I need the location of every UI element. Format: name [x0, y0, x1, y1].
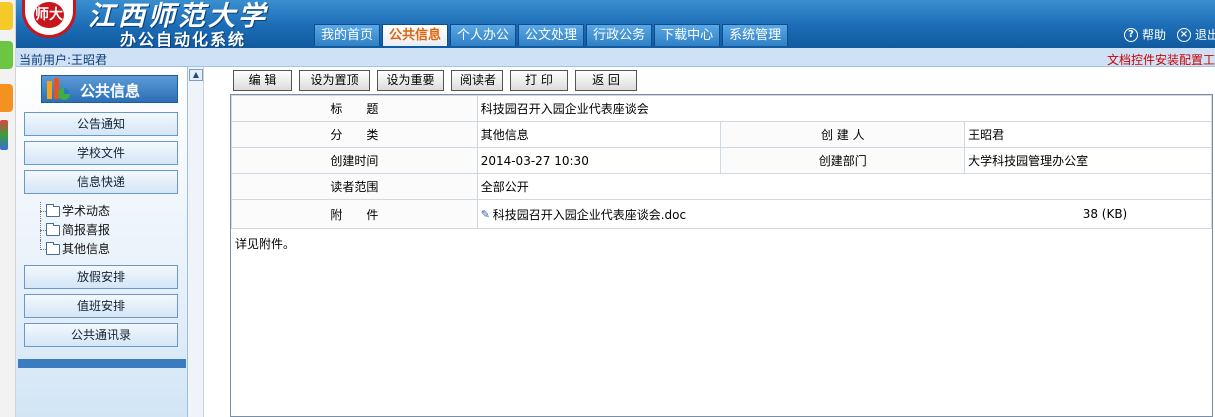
- logo-mark: 师大: [34, 2, 64, 28]
- attachment-cell: ✎ 科技园召开入园企业代表座谈会.doc 38 (KB): [476, 199, 1213, 229]
- sidebar: 公共信息 公告通知 学校文件 信息快递 学术动态 简报喜报 其他信息 放假安排 …: [16, 67, 188, 417]
- set-top-button[interactable]: 设为置顶: [299, 70, 370, 91]
- readers-button[interactable]: 阅读者: [451, 70, 503, 91]
- help-link[interactable]: ? 帮助: [1124, 26, 1166, 43]
- table-row: 读者范围 全部公开: [231, 173, 1213, 200]
- paperclip-icon: ✎: [480, 208, 490, 221]
- sidebar-divider: [18, 359, 186, 368]
- attachment-name: 科技园召开入园企业代表座谈会.doc: [492, 207, 687, 222]
- launcher-green-icon[interactable]: [0, 41, 13, 69]
- tree-item-label: 学术动态: [62, 204, 111, 218]
- readers-label: 读者范围: [231, 173, 478, 200]
- set-important-button[interactable]: 设为重要: [377, 70, 444, 91]
- creator-label: 创 建 人: [720, 121, 966, 148]
- dept-value: 大学科技园管理办公室: [964, 147, 1212, 174]
- launcher-orange-icon[interactable]: [0, 84, 13, 112]
- status-bar: 当前用户:王昭君 文档控件安装配置工: [16, 48, 1215, 67]
- launcher-multicolor-icon[interactable]: [0, 120, 8, 150]
- title-label: 标 题: [231, 95, 478, 122]
- sidebar-item-school-files[interactable]: 学校文件: [24, 141, 178, 165]
- app-header: 师大 江西师范大学 办公自动化系统 我的首页 公共信息 个人办公 公文处理 行政…: [16, 0, 1215, 49]
- quick-launch-bar: [0, 0, 16, 417]
- print-button[interactable]: 打 印: [510, 70, 568, 91]
- university-logo: 师大: [22, 0, 76, 38]
- detail-panel: 标 题 科技园召开入园企业代表座谈会 分 类 其他信息 创 建 人 王昭君 创建…: [230, 94, 1213, 417]
- readers-value: 全部公开: [476, 173, 1213, 200]
- edit-button[interactable]: 编 辑: [233, 70, 292, 91]
- created-time-label: 创建时间: [231, 147, 478, 174]
- body-text: 详见附件。: [235, 237, 296, 251]
- main-nav: 我的首页 公共信息 个人办公 公文处理 行政公务 下载中心 系统管理: [314, 24, 790, 48]
- action-toolbar: 编 辑 设为置顶 设为重要 阅读者 打 印 返 回: [233, 70, 644, 91]
- exit-link[interactable]: × 退出: [1177, 26, 1215, 43]
- attachment-link[interactable]: ✎ 科技园召开入园企业代表座谈会.doc: [481, 206, 686, 223]
- launcher-yellow-icon[interactable]: [0, 2, 13, 30]
- help-label: 帮助: [1142, 28, 1167, 42]
- category-value: 其他信息: [476, 121, 722, 148]
- sidebar-title-label: 公共信息: [80, 82, 141, 100]
- sidebar-item-holidays[interactable]: 放假安排: [24, 265, 178, 289]
- back-button[interactable]: 返 回: [575, 70, 637, 91]
- tree-item-other-info[interactable]: 其他信息: [34, 240, 184, 259]
- control-install-link[interactable]: 文档控件安装配置工: [1107, 51, 1215, 68]
- table-row: 创建时间 2014-03-27 10:30 创建部门 大学科技园管理办公室: [231, 147, 1212, 174]
- public-info-icon: [47, 78, 70, 100]
- sidebar-item-directory[interactable]: 公共通讯录: [24, 323, 178, 347]
- close-icon: ×: [1177, 27, 1191, 42]
- attachment-label: 附 件: [231, 199, 478, 229]
- tab-public-info[interactable]: 公共信息: [382, 24, 449, 46]
- created-time-value: 2014-03-27 10:30: [476, 147, 722, 174]
- system-name: 办公自动化系统: [120, 30, 247, 49]
- sidebar-item-announcements[interactable]: 公告通知: [24, 112, 178, 136]
- current-user: 当前用户:王昭君: [19, 53, 108, 67]
- tree-item-bulletins[interactable]: 简报喜报: [34, 221, 184, 240]
- tab-personal-office[interactable]: 个人办公: [450, 24, 517, 46]
- attachment-size: 38 (KB): [1082, 207, 1128, 221]
- info-tree: 学术动态 简报喜报 其他信息: [34, 202, 184, 259]
- detail-table: 标 题 科技园召开入园企业代表座谈会 分 类 其他信息 创 建 人 王昭君 创建…: [231, 95, 1213, 229]
- tab-system-admin[interactable]: 系统管理: [722, 24, 789, 46]
- folder-icon: [46, 204, 60, 217]
- exit-label: 退出: [1195, 28, 1215, 42]
- folder-icon: [46, 223, 60, 236]
- creator-value: 王昭君: [964, 121, 1212, 148]
- tab-home[interactable]: 我的首页: [314, 24, 381, 46]
- tab-download-center[interactable]: 下载中心: [654, 24, 721, 46]
- title-value: 科技园召开入园企业代表座谈会: [476, 95, 1213, 122]
- sidebar-item-duty-schedule[interactable]: 值班安排: [24, 294, 178, 318]
- sidebar-title: 公共信息: [41, 75, 178, 103]
- tab-administrative[interactable]: 行政公务: [586, 24, 653, 46]
- table-row: 分 类 其他信息 创 建 人 王昭君: [231, 121, 1212, 148]
- help-icon: ?: [1124, 27, 1138, 42]
- category-label: 分 类: [231, 121, 478, 148]
- folder-icon: [46, 242, 60, 255]
- table-row: 附 件 ✎ 科技园召开入园企业代表座谈会.doc 38 (KB): [231, 199, 1213, 229]
- tab-document-processing[interactable]: 公文处理: [518, 24, 585, 46]
- sidebar-item-news-express[interactable]: 信息快递: [24, 170, 178, 194]
- collapse-up-icon[interactable]: ▲: [189, 69, 203, 81]
- dept-label: 创建部门: [720, 147, 966, 174]
- table-row: 标 题 科技园召开入园企业代表座谈会: [231, 95, 1213, 122]
- tree-item-label: 简报喜报: [62, 223, 111, 237]
- tree-item-label: 其他信息: [62, 242, 111, 256]
- tree-item-academic[interactable]: 学术动态: [34, 202, 184, 221]
- sidebar-splitter[interactable]: ▲: [188, 67, 204, 417]
